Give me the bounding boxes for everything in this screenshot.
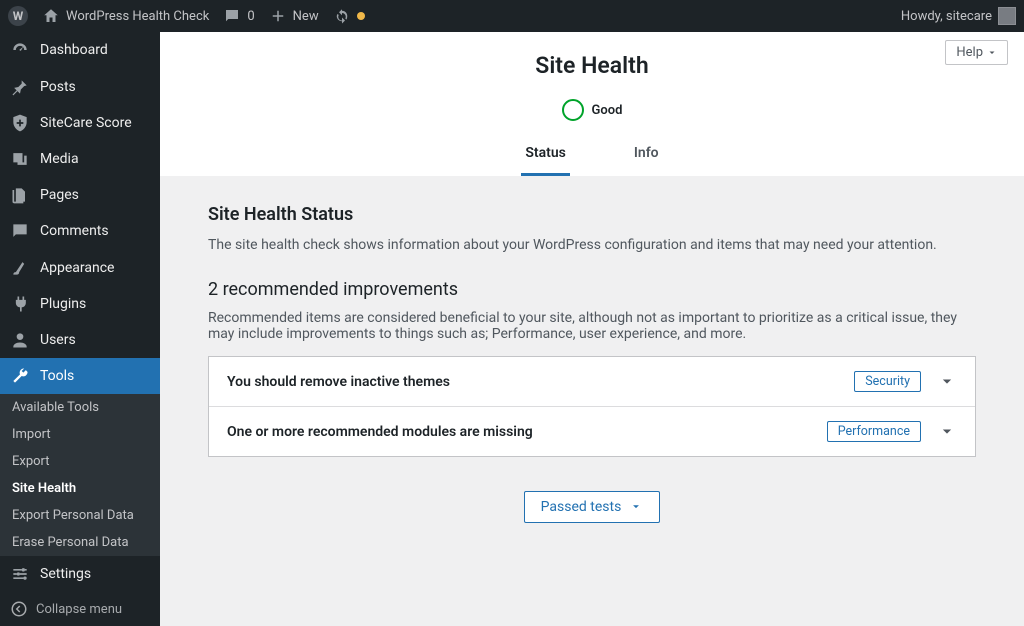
status-badge: Performance xyxy=(827,421,921,442)
content-area: Help Site Health Good Status Info Site H… xyxy=(160,32,1024,626)
accordion-title: One or more recommended modules are miss… xyxy=(227,424,533,440)
brush-icon xyxy=(10,258,30,278)
pin-icon xyxy=(10,77,30,97)
media-icon xyxy=(10,149,30,169)
sidebar-item-users[interactable]: Users xyxy=(0,322,160,358)
shield-plus-icon xyxy=(10,113,30,133)
recommended-intro: Recommended items are considered benefic… xyxy=(208,310,976,342)
sidebar-item-label: Dashboard xyxy=(40,42,108,58)
status-intro: The site health check shows information … xyxy=(208,237,976,253)
admin-sidebar: Dashboard Posts SiteCare Score Media Pag… xyxy=(0,32,160,626)
sidebar-item-label: Media xyxy=(40,151,79,167)
tools-submenu: Available Tools Import Export Site Healt… xyxy=(0,394,160,556)
sidebar-item-sitecare[interactable]: SiteCare Score xyxy=(0,105,160,141)
wordpress-icon: W xyxy=(8,6,28,26)
sidebar-item-plugins[interactable]: Plugins xyxy=(0,286,160,322)
chevron-down-icon xyxy=(937,372,957,392)
new-content-link[interactable]: New xyxy=(269,7,319,25)
comment-icon xyxy=(10,221,30,241)
submenu-site-health[interactable]: Site Health xyxy=(0,475,160,502)
pages-icon xyxy=(10,185,30,205)
comments-link[interactable]: 0 xyxy=(223,7,254,25)
sidebar-item-tools[interactable]: Tools xyxy=(0,358,160,394)
submenu-import[interactable]: Import xyxy=(0,421,160,448)
avatar xyxy=(998,7,1016,25)
submenu-export[interactable]: Export xyxy=(0,448,160,475)
progress-label: Good xyxy=(592,103,623,118)
sidebar-item-label: Appearance xyxy=(40,260,114,276)
help-label: Help xyxy=(956,45,983,60)
sidebar-item-dashboard[interactable]: Dashboard xyxy=(0,32,160,68)
sidebar-item-pages[interactable]: Pages xyxy=(0,177,160,213)
users-icon xyxy=(10,330,30,350)
submenu-export-personal[interactable]: Export Personal Data xyxy=(0,502,160,529)
passed-tests-label: Passed tests xyxy=(541,499,622,515)
help-tab-button[interactable]: Help xyxy=(945,40,1008,65)
tab-status[interactable]: Status xyxy=(521,135,569,176)
sidebar-item-label: Settings xyxy=(40,566,91,582)
site-name-link[interactable]: WordPress Health Check xyxy=(42,7,209,25)
site-health-body: Site Health Status The site health check… xyxy=(160,176,1024,551)
wp-logo-menu[interactable]: W xyxy=(8,6,28,26)
accordion-item[interactable]: You should remove inactive themes Securi… xyxy=(209,357,975,406)
tab-info[interactable]: Info xyxy=(630,135,663,176)
accordion-item[interactable]: One or more recommended modules are miss… xyxy=(209,406,975,456)
sidebar-item-label: Pages xyxy=(40,187,79,203)
howdy-text: Howdy, sitecare xyxy=(901,9,992,24)
plus-icon xyxy=(269,7,287,25)
site-name-text: WordPress Health Check xyxy=(66,9,209,24)
sidebar-item-label: Posts xyxy=(40,79,76,95)
passed-tests-button[interactable]: Passed tests xyxy=(524,491,661,523)
comment-count: 0 xyxy=(247,9,254,24)
plugin-icon xyxy=(10,294,30,314)
my-account-link[interactable]: Howdy, sitecare xyxy=(901,7,1016,25)
sidebar-item-label: Comments xyxy=(40,223,109,239)
sidebar-item-appearance[interactable]: Appearance xyxy=(0,250,160,286)
progress-circle-icon xyxy=(562,99,584,121)
status-badge: Security xyxy=(854,371,921,392)
recommended-heading: 2 recommended improvements xyxy=(208,279,976,300)
collapse-menu-button[interactable]: Collapse menu xyxy=(0,592,160,626)
chevron-down-icon xyxy=(629,500,643,514)
sidebar-item-label: Plugins xyxy=(40,296,86,312)
admin-bar: W WordPress Health Check 0 New xyxy=(0,0,1024,32)
status-heading: Site Health Status xyxy=(208,204,976,225)
page-title: Site Health xyxy=(160,52,1024,79)
chevron-down-icon xyxy=(937,422,957,442)
wrench-icon xyxy=(10,366,30,386)
new-content-label: New xyxy=(293,9,319,24)
accordion-title: You should remove inactive themes xyxy=(227,374,450,390)
submenu-erase-personal[interactable]: Erase Personal Data xyxy=(0,529,160,556)
refresh-icon xyxy=(333,7,351,25)
sidebar-item-posts[interactable]: Posts xyxy=(0,69,160,105)
sidebar-item-label: Tools xyxy=(40,368,74,384)
site-health-tabs: Status Info xyxy=(160,135,1024,176)
submenu-available-tools[interactable]: Available Tools xyxy=(0,394,160,421)
site-health-progress: Good xyxy=(160,99,1024,121)
site-health-header: Help Site Health Good Status Info xyxy=(160,32,1024,176)
sidebar-item-settings[interactable]: Settings xyxy=(0,556,160,592)
recommended-accordion: You should remove inactive themes Securi… xyxy=(208,356,976,457)
comment-icon xyxy=(223,7,241,25)
sidebar-item-comments[interactable]: Comments xyxy=(0,213,160,249)
sidebar-item-media[interactable]: Media xyxy=(0,141,160,177)
collapse-icon xyxy=(10,600,28,618)
plugin-status-link[interactable] xyxy=(333,7,365,25)
sidebar-item-label: Users xyxy=(40,332,76,348)
sliders-icon xyxy=(10,564,30,584)
status-dot-icon xyxy=(357,12,365,20)
home-icon xyxy=(42,7,60,25)
dashboard-icon xyxy=(10,40,30,60)
caret-down-icon xyxy=(987,48,997,58)
sidebar-item-label: SiteCare Score xyxy=(40,115,132,131)
collapse-label: Collapse menu xyxy=(36,602,122,617)
